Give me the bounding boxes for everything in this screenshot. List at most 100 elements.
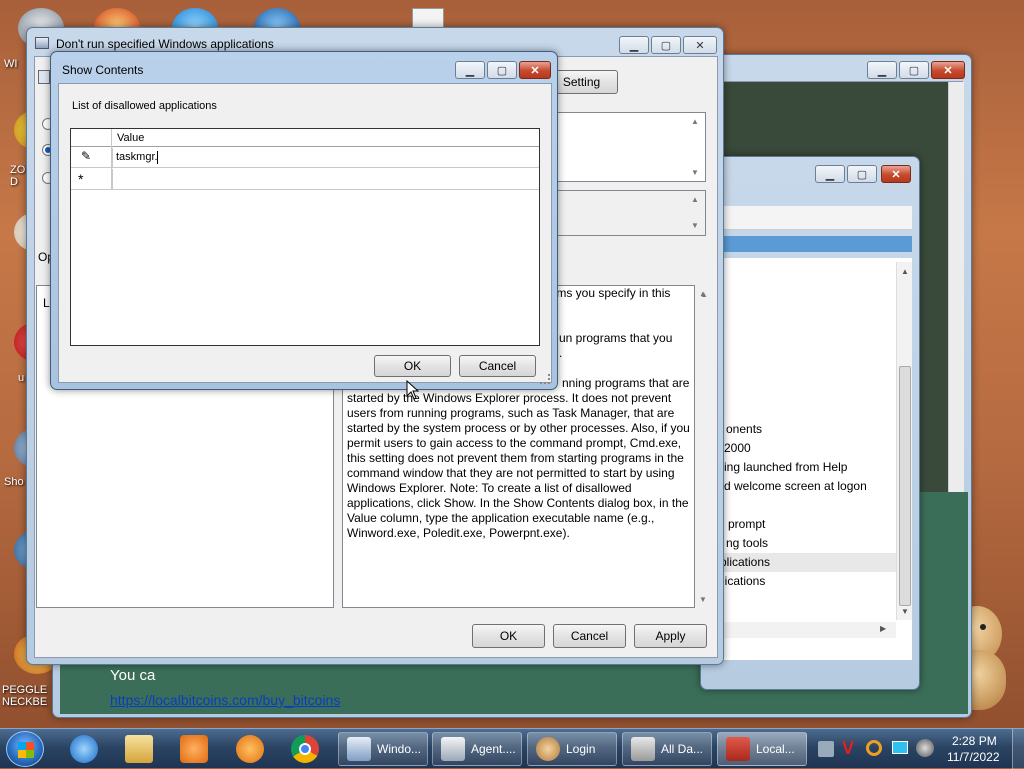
minimize-button[interactable]: ▁ (619, 36, 649, 54)
help-line: this setting does not prevent them from … (347, 451, 684, 465)
dialog-ok-button[interactable]: OK (374, 355, 451, 377)
bg-window-link[interactable]: https://localbitcoins.com/buy_bitcoins (110, 692, 340, 708)
mid-window-scrollbar[interactable]: ▲ ▼ (896, 262, 912, 620)
list-item[interactable]: 2000 (724, 441, 751, 455)
file-explorer-icon[interactable] (125, 735, 153, 763)
taskbar-button-login[interactable]: Login (527, 732, 617, 766)
show-desktop-button[interactable] (1012, 729, 1024, 769)
mid-window-hscrollbar[interactable]: ▶ (700, 622, 896, 638)
maximize-button[interactable]: ▢ (847, 165, 877, 183)
media-player-icon[interactable] (180, 735, 208, 763)
values-grid[interactable]: Value ✎ taskmgr. * (70, 128, 540, 346)
list-item[interactable]: ng tools (726, 536, 768, 550)
list-item[interactable]: prompt (728, 517, 765, 531)
maximize-button[interactable]: ▢ (899, 61, 929, 79)
taskbar-button-label: Windo... (377, 742, 422, 756)
close-button[interactable]: ✕ (683, 36, 717, 54)
taskbar-button-alldata[interactable]: All Da... (622, 732, 712, 766)
maximize-button[interactable]: ▢ (651, 36, 681, 54)
scroll-down-arrow-icon[interactable]: ▼ (897, 604, 913, 618)
supported-on-box: ▲ ▼ (540, 190, 706, 236)
tray-antivirus-icon[interactable]: V (842, 738, 854, 759)
list-label: List of disallowed applications (72, 100, 217, 112)
desktop-icon-label: ZO D (10, 164, 26, 188)
dialog-title: Show Contents (62, 63, 144, 77)
list-item[interactable]: lications (722, 574, 765, 588)
edit-pencil-icon: ✎ (81, 149, 92, 163)
desktop-file-icon[interactable] (412, 8, 444, 28)
uc-browser-icon[interactable] (236, 735, 264, 763)
taskbar-button-agent[interactable]: Agent.... (432, 732, 522, 766)
taskbar-button-label: Agent.... (471, 742, 516, 756)
scroll-down-arrow-icon[interactable]: ▼ (691, 221, 699, 230)
help-line: permit users to gain access to the comma… (347, 436, 682, 450)
clock-date[interactable]: 11/7/2022 (947, 750, 1000, 764)
chrome-icon[interactable] (291, 735, 319, 763)
comment-box[interactable]: ▲ ▼ (540, 112, 706, 182)
start-button[interactable] (6, 731, 44, 767)
value-cell-new[interactable] (112, 169, 539, 189)
maximize-button[interactable]: ▢ (487, 61, 517, 79)
policy-window-icon (35, 37, 49, 49)
desktop-icon-label: WI (4, 58, 18, 70)
mid-window-header-bar (700, 236, 912, 252)
taskbar-button-local[interactable]: Local... (717, 732, 807, 766)
cancel-button[interactable]: Cancel (553, 624, 626, 648)
minimize-button[interactable]: ▁ (867, 61, 897, 79)
taskbar: Windo... Agent.... Login All Da... Local… (0, 728, 1024, 769)
mouse-cursor-icon (406, 380, 420, 400)
apply-button[interactable]: Apply (634, 624, 707, 648)
column-header-value[interactable]: Value (117, 132, 144, 144)
new-row-asterisk-icon: * (78, 171, 84, 187)
desktop-icon-label: Sho (4, 476, 24, 488)
windows-logo-icon (18, 742, 34, 758)
desktop-icon-label: u (18, 372, 25, 384)
minimize-button[interactable]: ▁ (455, 61, 485, 79)
help-scroll-down-arrow-icon[interactable]: ▼ (699, 595, 707, 604)
help-line: Value column, type the application execu… (347, 511, 655, 525)
tray-network-icon[interactable] (818, 741, 834, 757)
ok-button[interactable]: OK (472, 624, 545, 648)
clock-time[interactable]: 2:28 PM (952, 734, 997, 748)
list-item[interactable]: onents (726, 422, 762, 436)
taskbar-button-label: Login (566, 742, 596, 756)
taskbar-button-label: All Da... (661, 742, 704, 756)
window-app-icon (441, 737, 465, 761)
dialog-cancel-button[interactable]: Cancel (459, 355, 536, 377)
scroll-thumb[interactable] (899, 366, 911, 606)
policy-app-icon (347, 737, 371, 761)
close-button[interactable]: ✕ (881, 165, 911, 183)
internet-explorer-icon[interactable] (70, 735, 98, 763)
close-button[interactable]: ✕ (931, 61, 965, 79)
help-line: Windows Explorer. Note: To create a list… (347, 481, 632, 495)
mid-window-menubar (700, 206, 912, 230)
value-cell-1[interactable]: taskmgr. (112, 148, 539, 168)
scroll-up-arrow-icon[interactable]: ▲ (691, 117, 699, 126)
help-scroll-up-arrow-icon[interactable]: ▲ (699, 289, 707, 298)
desktop-icon-label: PEGGLE NECKBE (2, 684, 48, 708)
help-line: started by the Windows Explorer process.… (347, 391, 672, 405)
text-caret (157, 151, 158, 164)
window-title: Don't run specified Windows applications (56, 37, 274, 51)
list-item[interactable]: d welcome screen at logon (724, 479, 867, 493)
minimize-button[interactable]: ▁ (815, 165, 845, 183)
help-line: Winword.exe, Poledit.exe, Powerpnt.exe). (347, 526, 570, 540)
list-item[interactable]: plications (720, 555, 770, 569)
tray-search-icon[interactable] (866, 740, 882, 756)
scroll-down-arrow-icon[interactable]: ▼ (691, 168, 699, 177)
list-item[interactable]: ing launched from Help (724, 460, 847, 474)
tray-volume-icon[interactable] (916, 739, 934, 757)
help-line: started by the system process or by othe… (347, 421, 690, 435)
taskbar-button-windows[interactable]: Windo... (338, 732, 428, 766)
scroll-right-arrow-icon[interactable]: ▶ (880, 624, 886, 633)
help-line: applications, click Show. In the Show Co… (347, 496, 689, 510)
scroll-up-arrow-icon[interactable]: ▲ (897, 264, 913, 278)
mid-window-list (700, 258, 912, 660)
tray-monitor-icon[interactable] (892, 741, 908, 754)
taskbar-button-label: Local... (756, 742, 795, 756)
toolbox-app-icon (726, 737, 750, 761)
scroll-up-arrow-icon[interactable]: ▲ (691, 195, 699, 204)
close-button[interactable]: ✕ (519, 61, 551, 79)
help-line: command window that they are not permitt… (347, 466, 675, 480)
resize-grip-icon[interactable] (540, 374, 550, 384)
